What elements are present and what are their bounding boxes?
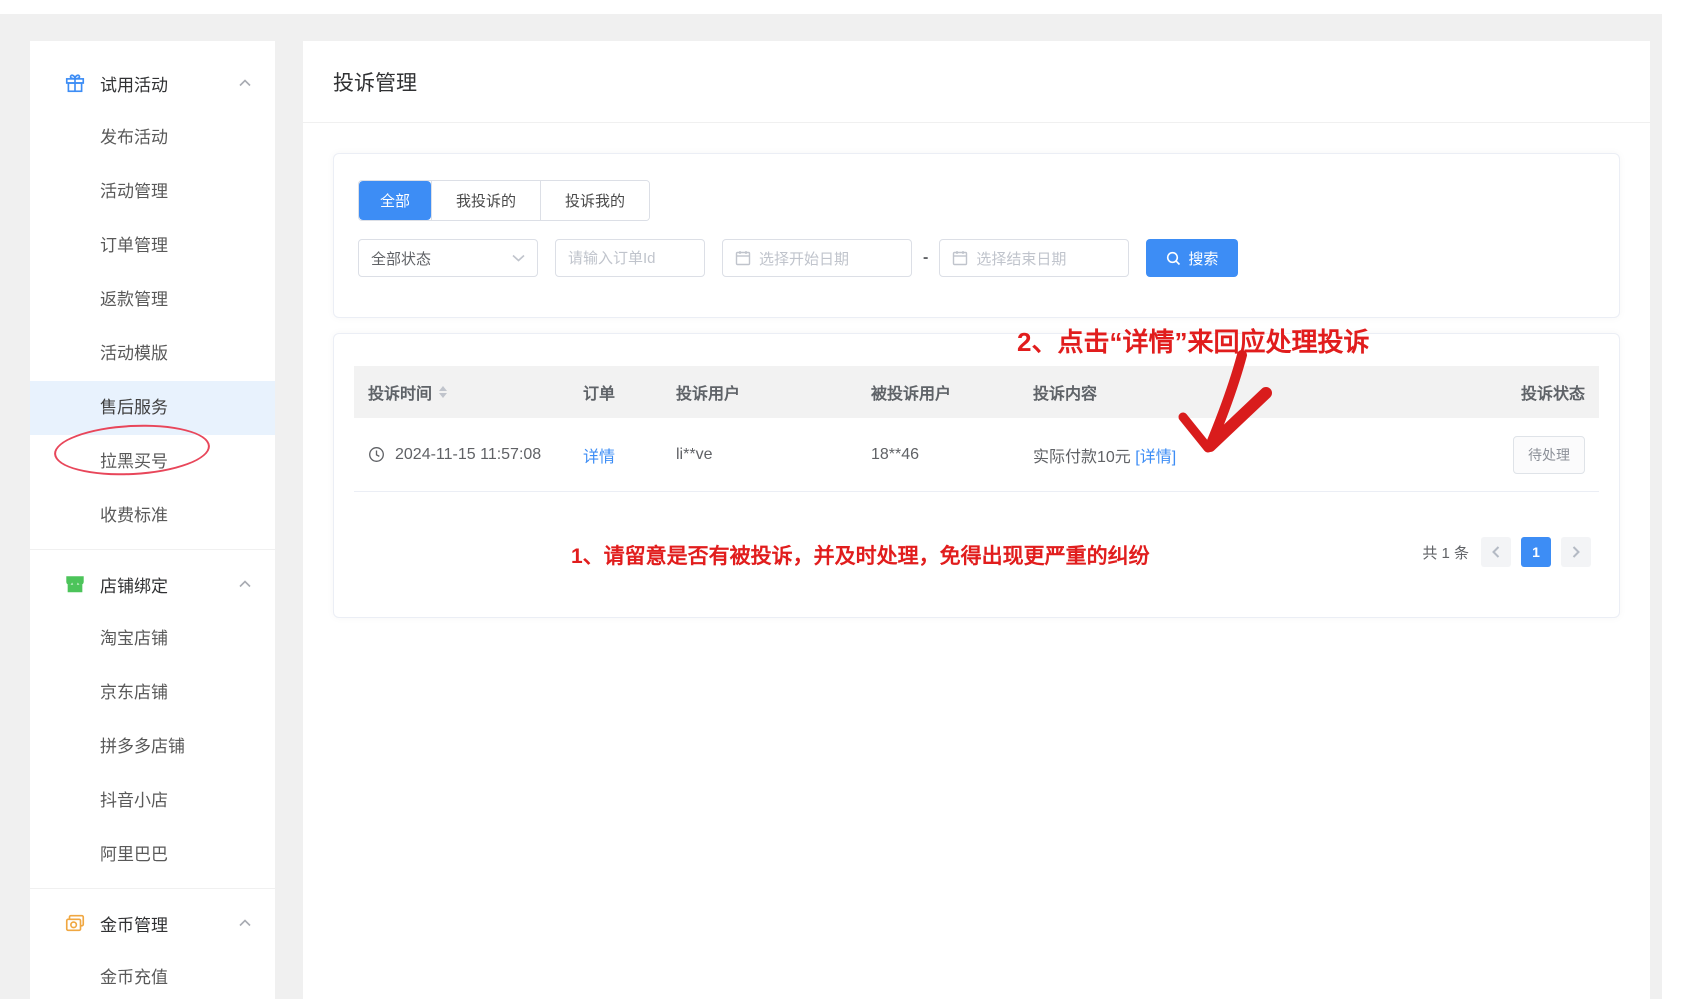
sidebar-item-douyin-shop[interactable]: 抖音小店 bbox=[30, 774, 275, 828]
sidebar-item-after-sales-service[interactable]: 售后服务 bbox=[30, 381, 275, 435]
calendar-icon bbox=[735, 250, 751, 266]
prev-page-button[interactable] bbox=[1481, 537, 1511, 567]
annotation-step2: 2、点击“详情”来回应处理投诉 bbox=[1017, 322, 1369, 359]
end-date-picker[interactable]: 选择结束日期 bbox=[939, 239, 1129, 277]
search-button-label: 搜索 bbox=[1188, 248, 1218, 269]
cell-respondent: 18**46 bbox=[871, 446, 1033, 464]
sidebar-item-pdd-shop[interactable]: 拼多多店铺 bbox=[30, 720, 275, 774]
sidebar-divider bbox=[30, 888, 275, 889]
content-text: 实际付款10元 bbox=[1033, 449, 1131, 466]
sidebar: 试用活动 发布活动 活动管理 订单管理 返款管理 活动模版 售后服务 拉黑买号 … bbox=[30, 41, 275, 999]
content-detail-link[interactable]: [详情] bbox=[1135, 449, 1176, 466]
status-select-value: 全部状态 bbox=[371, 248, 431, 269]
status-select[interactable]: 全部状态 bbox=[358, 239, 538, 277]
table-row: 2024-11-15 11:57:08 详情 li**ve 18**46 实际付… bbox=[354, 418, 1599, 492]
chevron-down-icon bbox=[512, 254, 525, 262]
tab-complaints-against-me[interactable]: 投诉我的 bbox=[540, 181, 649, 220]
end-date-placeholder: 选择结束日期 bbox=[976, 248, 1066, 269]
sidebar-section-label: 店铺绑定 bbox=[100, 572, 239, 597]
status-badge[interactable]: 待处理 bbox=[1513, 436, 1585, 474]
filter-card: 全部 我投诉的 投诉我的 全部状态 选择开始日期 - bbox=[333, 153, 1620, 318]
column-respondent: 被投诉用户 bbox=[871, 380, 1033, 404]
sidebar-section-label: 试用活动 bbox=[100, 71, 239, 96]
cell-complainant: li**ve bbox=[676, 446, 871, 464]
right-edge-panel bbox=[1662, 14, 1702, 999]
sidebar-item-activity-management[interactable]: 活动管理 bbox=[30, 165, 275, 219]
page-header: 投诉管理 bbox=[303, 41, 1650, 123]
sidebar-section-label: 金币管理 bbox=[100, 911, 239, 936]
sidebar-item-alibaba-shop[interactable]: 阿里巴巴 bbox=[30, 828, 275, 882]
cell-content: 实际付款10元 [详情] bbox=[1033, 443, 1469, 467]
sidebar-item-jd-shop[interactable]: 京东店铺 bbox=[30, 666, 275, 720]
next-page-button[interactable] bbox=[1561, 537, 1591, 567]
cell-complaint-time: 2024-11-15 11:57:08 bbox=[354, 446, 583, 464]
calendar-icon bbox=[952, 250, 968, 266]
sidebar-item-blacklist-buyer[interactable]: 拉黑买号 bbox=[30, 435, 275, 489]
order-id-field bbox=[555, 239, 705, 277]
sidebar-section-trial-activity[interactable]: 试用活动 bbox=[30, 55, 275, 111]
sidebar-item-publish-activity[interactable]: 发布活动 bbox=[30, 111, 275, 165]
main-panel: 投诉管理 全部 我投诉的 投诉我的 全部状态 选择开始日期 - bbox=[303, 41, 1650, 999]
cell-order: 详情 bbox=[583, 443, 676, 467]
complaint-table-card: 投诉时间 订单 投诉用户 被投诉用户 投诉内容 投诉状态 2024-11-15 … bbox=[333, 333, 1620, 618]
sidebar-item-refund-management[interactable]: 返款管理 bbox=[30, 273, 275, 327]
column-status: 投诉状态 bbox=[1469, 380, 1599, 404]
sort-toggle[interactable] bbox=[439, 386, 447, 398]
order-id-input[interactable] bbox=[568, 250, 692, 267]
chevron-left-icon bbox=[1492, 546, 1500, 558]
cell-status: 待处理 bbox=[1469, 436, 1599, 474]
chevron-right-icon bbox=[1572, 546, 1580, 558]
sidebar-item-activity-template[interactable]: 活动模版 bbox=[30, 327, 275, 381]
gift-icon bbox=[64, 72, 86, 94]
sidebar-divider bbox=[30, 549, 275, 550]
sidebar-section-coin-management[interactable]: 金币管理 bbox=[30, 895, 275, 951]
chevron-up-icon bbox=[239, 79, 251, 87]
tab-all[interactable]: 全部 bbox=[359, 181, 431, 220]
clock-icon bbox=[368, 446, 385, 463]
sidebar-item-order-management[interactable]: 订单管理 bbox=[30, 219, 275, 273]
column-content: 投诉内容 bbox=[1033, 380, 1469, 404]
table-header-row: 投诉时间 订单 投诉用户 被投诉用户 投诉内容 投诉状态 bbox=[354, 366, 1599, 418]
sidebar-item-fee-standard[interactable]: 收费标准 bbox=[30, 489, 275, 543]
annotation-step1: 1、请留意是否有被投诉，并及时处理，免得出现更严重的纠纷 bbox=[571, 540, 1150, 570]
complaint-tabs: 全部 我投诉的 投诉我的 bbox=[358, 180, 650, 221]
filter-row: 全部状态 选择开始日期 - 选择结束日期 bbox=[358, 239, 1595, 277]
start-date-picker[interactable]: 选择开始日期 bbox=[722, 239, 912, 277]
column-complaint-time: 投诉时间 bbox=[354, 380, 583, 404]
pagination: 共 1 条 1 bbox=[1422, 537, 1591, 567]
order-detail-link[interactable]: 详情 bbox=[583, 449, 615, 466]
sidebar-item-coin-recharge[interactable]: 金币充值 bbox=[30, 951, 275, 999]
date-separator: - bbox=[923, 249, 928, 267]
pagination-total: 共 1 条 bbox=[1422, 542, 1469, 563]
column-complainant: 投诉用户 bbox=[676, 380, 871, 404]
page-1-button[interactable]: 1 bbox=[1521, 537, 1551, 567]
column-order: 订单 bbox=[583, 380, 676, 404]
sidebar-section-shop-binding[interactable]: 店铺绑定 bbox=[30, 556, 275, 612]
page-title: 投诉管理 bbox=[333, 67, 417, 97]
start-date-placeholder: 选择开始日期 bbox=[759, 248, 849, 269]
search-icon bbox=[1166, 251, 1181, 266]
coins-icon bbox=[64, 912, 86, 934]
chevron-up-icon bbox=[239, 919, 251, 927]
top-strip bbox=[0, 0, 1702, 14]
tab-my-complaints[interactable]: 我投诉的 bbox=[431, 181, 540, 220]
sidebar-item-taobao-shop[interactable]: 淘宝店铺 bbox=[30, 612, 275, 666]
chevron-up-icon bbox=[239, 580, 251, 588]
shop-icon bbox=[64, 573, 86, 595]
search-button[interactable]: 搜索 bbox=[1146, 239, 1238, 277]
